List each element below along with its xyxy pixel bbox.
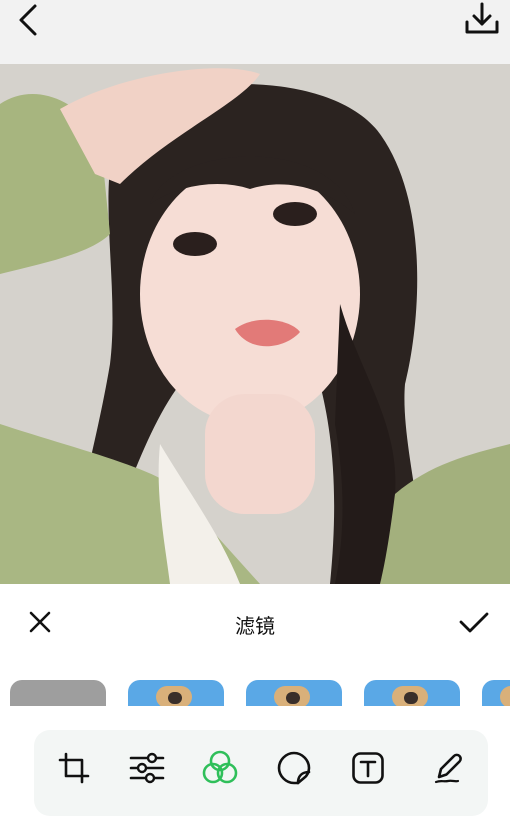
pen-icon (434, 753, 462, 784)
filter-tool-button[interactable] (198, 746, 242, 790)
editor-toolbar (34, 730, 488, 816)
sticker-icon (277, 751, 311, 785)
download-button[interactable] (460, 0, 504, 40)
filter-panel: 滤镜 (0, 584, 510, 816)
photo-preview[interactable] (0, 64, 510, 584)
top-bar (0, 0, 510, 64)
download-icon (465, 2, 499, 34)
filter-icon (202, 750, 238, 784)
filter-thumb[interactable] (128, 680, 224, 706)
draw-tool-button[interactable] (426, 746, 470, 790)
crop-tool-button[interactable] (52, 746, 96, 790)
text-icon (352, 752, 384, 784)
filter-thumb[interactable] (482, 680, 510, 706)
check-icon (459, 612, 489, 633)
adjust-tool-button[interactable] (125, 746, 169, 790)
chevron-left-icon (19, 4, 37, 36)
confirm-button[interactable] (452, 600, 496, 644)
filter-thumb[interactable] (364, 680, 460, 706)
sliders-icon (129, 752, 165, 784)
text-tool-button[interactable] (346, 746, 390, 790)
panel-header: 滤镜 (0, 600, 510, 644)
filter-thumb[interactable] (246, 680, 342, 706)
filter-thumb-original[interactable] (10, 680, 106, 706)
portrait-image (0, 64, 510, 584)
back-button[interactable] (6, 0, 50, 40)
sticker-tool-button[interactable] (272, 746, 316, 790)
crop-icon (58, 752, 90, 784)
panel-title: 滤镜 (235, 614, 275, 638)
filter-strip[interactable] (0, 680, 510, 706)
